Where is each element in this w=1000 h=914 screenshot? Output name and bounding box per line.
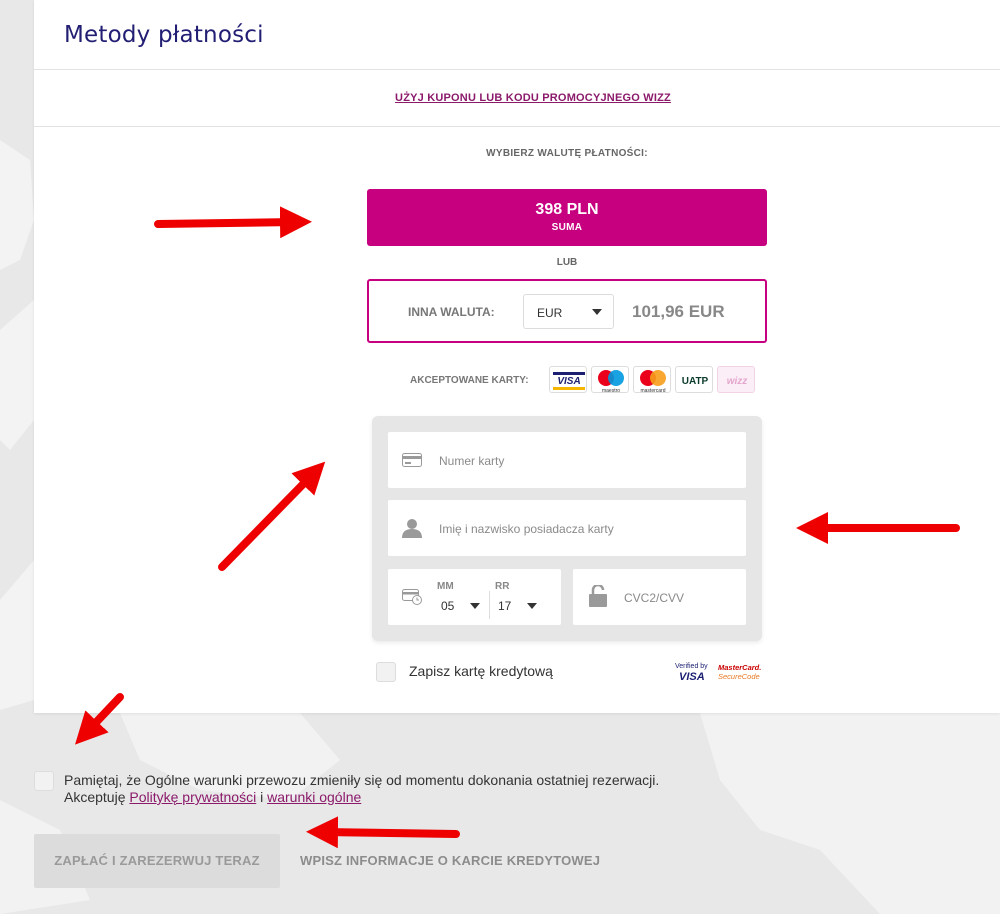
maestro-logo-icon: maestro [591,366,629,393]
month-chevron-down-icon[interactable] [470,603,480,609]
privacy-policy-link[interactable]: Politykę prywatności [129,789,256,805]
svg-text:VISA: VISA [679,671,705,683]
other-currency-label: INNA WALUTA: [408,305,495,319]
currency-section-title: WYBIERZ WALUTĘ PŁATNOŚCI: [486,148,648,159]
payment-methods-card: Metody płatności UŻYJ KUPONU LUB KODU PR… [34,0,1000,713]
month-value[interactable]: 05 [441,599,454,613]
save-card-checkbox[interactable] [376,662,396,682]
terms-checkbox[interactable] [34,771,54,791]
currency-select[interactable]: EUR [523,294,614,329]
pay-hint-text: WPISZ INFORMACJE O KARCIE KREDYTOWEJ [300,853,601,868]
terms-accept-prefix: Akceptuję [64,789,130,805]
other-currency-option[interactable]: INNA WALUTA: EUR 101,96 EUR [367,279,767,343]
year-chevron-down-icon[interactable] [527,603,537,609]
credit-card-icon [402,453,422,467]
coupon-link[interactable]: UŻYJ KUPONU LUB KODU PROMOCYJNEGO WIZZ [395,92,671,104]
accepted-cards-label: AKCEPTOWANE KARTY: [410,375,529,386]
wizz-card-logo-icon: wizz [717,366,755,393]
svg-text:VISA: VISA [557,376,580,387]
coupon-row: UŻYJ KUPONU LUB KODU PROMOCYJNEGO WIZZ [34,70,1000,127]
card-form-panel: Numer karty Imię i nazwisko posiadacza k… [372,416,762,641]
svg-text:UATP: UATP [682,376,709,387]
svg-text:wizz: wizz [727,376,748,387]
page-title: Metody płatności [64,22,264,48]
pay-and-book-button[interactable]: ZAPŁAĆ I ZAREZERWUJ TERAZ [34,834,280,888]
visa-logo-icon: VISA [549,366,587,393]
svg-text:SecureCode: SecureCode [718,672,760,681]
user-icon [402,519,422,538]
uatp-logo-icon: UATP [675,366,713,393]
year-value[interactable]: 17 [498,599,511,613]
total-amount: 398 PLN [535,201,599,218]
card-expiry-icon [402,589,422,605]
save-card-label: Zapisz kartę kredytową [409,663,553,679]
card-header: Metody płatności [34,0,1000,70]
year-label: RR [495,581,510,592]
terms-text: Pamiętaj, że Ogólne warunki przewozu zmi… [64,772,764,806]
or-label: LUB [556,257,578,268]
currency-select-value: EUR [537,306,563,320]
lock-icon [589,585,607,607]
mastercard-logo-icon: mastercard [633,366,671,393]
verified-by-visa-icon: Verified by VISA MasterCard. SecureCode [675,663,761,683]
expiry-date-field[interactable]: MM 05 RR 17 [388,569,561,625]
cvc-field[interactable]: CVC2/CVV [573,569,746,625]
card-number-field[interactable]: Numer karty [388,432,746,488]
card-holder-field[interactable]: Imię i nazwisko posiadacza karty [388,500,746,556]
secure-logos: Verified by VISA MasterCard. SecureCode [675,661,765,688]
terms-notice: Pamiętaj, że Ogólne warunki przewozu zmi… [64,772,660,788]
total-currency-option[interactable]: 398 PLN SUMA [367,189,767,246]
general-terms-link[interactable]: warunki ogólne [267,789,361,805]
svg-text:maestro: maestro [602,388,620,393]
month-label: MM [437,581,454,592]
chevron-down-icon [592,309,602,315]
expiry-divider [489,591,490,619]
total-label: SUMA [551,222,583,233]
terms-conjunction: i [256,789,268,805]
svg-text:Verified by: Verified by [675,663,708,670]
svg-text:mastercard: mastercard [640,388,665,393]
svg-text:MasterCard.: MasterCard. [718,663,761,672]
cvc-placeholder: CVC2/CVV [624,591,685,605]
card-holder-placeholder: Imię i nazwisko posiadacza karty [439,522,614,536]
other-currency-amount: 101,96 EUR [632,302,725,321]
card-number-placeholder: Numer karty [439,454,505,468]
